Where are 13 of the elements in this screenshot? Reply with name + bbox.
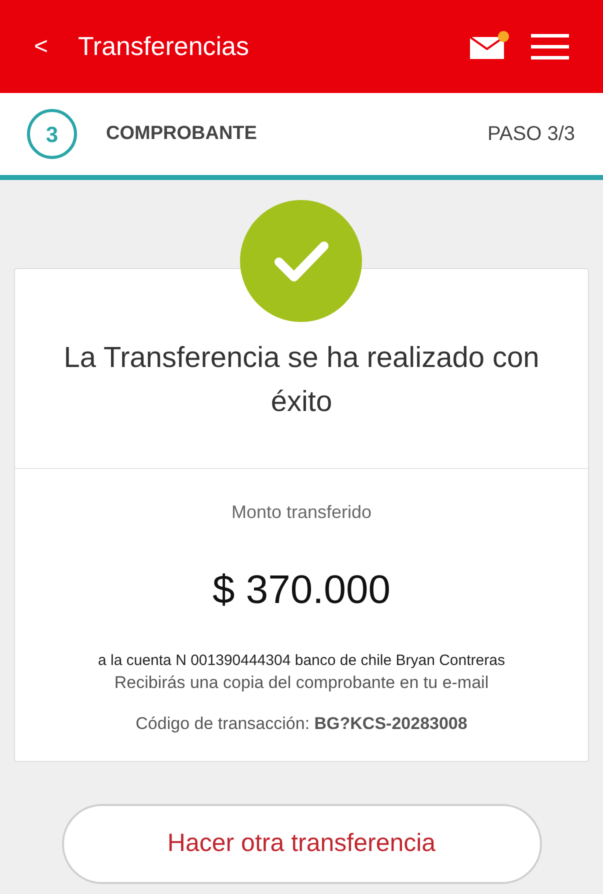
step-number: 3: [27, 109, 77, 159]
mail-button[interactable]: [469, 32, 507, 60]
account-details: a la cuenta N 001390444304 banco de chile Bryan Contreras: [98, 651, 505, 671]
back-button[interactable]: <: [34, 28, 48, 64]
success-message: La Transferencia se ha realizado con éxito: [62, 341, 540, 420]
menu-icon[interactable]: [531, 34, 569, 60]
amount-label: Monto transferido: [231, 501, 372, 524]
amount-value: $ 370.000: [212, 567, 390, 614]
new-transfer-button[interactable]: Hacer otra transferencia: [62, 804, 542, 884]
header-title: Transferencias: [78, 30, 250, 63]
email-note: Recibirás una copia del comprobante en tu e-mail: [114, 672, 489, 692]
step-label: COMPROBANTE: [106, 122, 258, 146]
transaction-code: Código de transacción: BG?KCS-20283008: [136, 712, 468, 734]
